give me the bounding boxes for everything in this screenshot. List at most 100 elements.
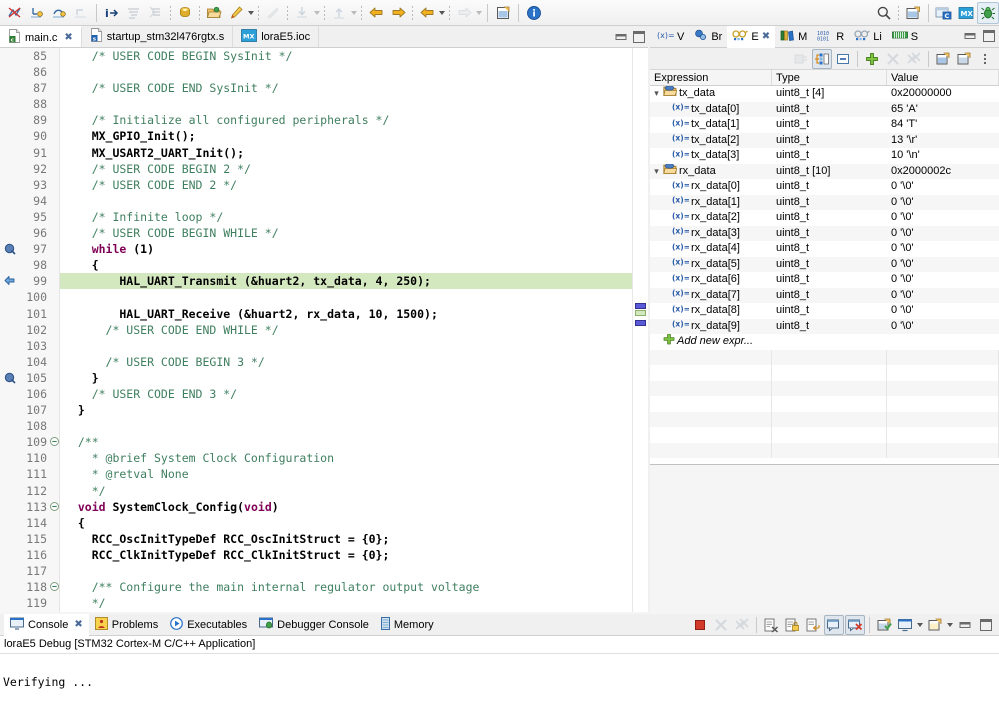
display-selected-console-icon[interactable] <box>895 615 915 635</box>
back-navigate-icon[interactable] <box>365 2 387 24</box>
table-row[interactable]: (x)= tx_data[2] uint8_t 13 '\r' <box>650 132 999 148</box>
code-line[interactable] <box>60 64 632 80</box>
expression-cell[interactable]: (x)= rx_data[4] <box>650 241 772 257</box>
maximize-icon[interactable] <box>632 30 646 44</box>
perspective-debug-icon[interactable] <box>977 1 999 24</box>
open-console-icon[interactable] <box>925 615 945 635</box>
value-cell[interactable]: 0 '\0' <box>887 319 999 335</box>
next-edit-dropdown-arrow[interactable] <box>475 2 483 24</box>
chevron-down-icon[interactable]: ▾ <box>652 164 661 180</box>
code-line-current[interactable]: HAL_UART_Transmit (&huart2, tx_data, 4, … <box>60 273 632 290</box>
column-header-expression[interactable]: Expression <box>650 70 772 85</box>
upload-dropdown-arrow[interactable] <box>350 2 358 24</box>
word-wrap-icon[interactable] <box>803 615 823 635</box>
table-row[interactable]: (x)= rx_data[6] uint8_t 0 '\0' <box>650 272 999 288</box>
table-row[interactable]: (x)= rx_data[9] uint8_t 0 '\0' <box>650 318 999 335</box>
code-line[interactable]: /* USER CODE END WHILE */ <box>60 322 632 338</box>
table-row[interactable]: (x)= rx_data[7] uint8_t 0 '\0' <box>650 287 999 304</box>
code-line[interactable]: RCC_OscInitTypeDef RCC_OscInitStruct = {… <box>60 531 632 547</box>
editor-marker-gutter[interactable] <box>0 48 20 612</box>
code-line[interactable]: /** Configure the main internal regulato… <box>60 579 632 595</box>
code-line[interactable]: void SystemClock_Config(void) <box>60 499 632 515</box>
maximize-icon[interactable] <box>982 29 996 46</box>
perspective-cpp-icon[interactable]: C <box>933 2 955 24</box>
minimize-icon[interactable] <box>614 30 628 44</box>
show-type-names-icon[interactable] <box>791 49 811 69</box>
perspective-mx-icon[interactable]: MX <box>955 2 977 24</box>
scroll-lock-icon[interactable] <box>782 615 802 635</box>
table-row[interactable]: (x)= rx_data[8] uint8_t 0 '\0' <box>650 303 999 319</box>
breakpoint-marker[interactable] <box>3 242 17 256</box>
value-cell[interactable] <box>887 334 999 350</box>
value-cell[interactable]: 84 'T' <box>887 117 999 133</box>
info-step-icon[interactable]: i <box>101 2 123 24</box>
table-row[interactable]: (x)= tx_data[3] uint8_t 10 '\n' <box>650 148 999 164</box>
step-over-icon[interactable] <box>48 2 70 24</box>
code-line[interactable]: /* USER CODE END 2 */ <box>60 177 632 193</box>
code-line[interactable] <box>60 338 632 354</box>
download-dropdown-arrow[interactable] <box>313 2 321 24</box>
tab-breakpoints[interactable]: Br <box>689 26 727 48</box>
code-line[interactable]: /* USER CODE END 3 */ <box>60 386 632 402</box>
tab-variables[interactable]: (x)= V <box>652 26 689 48</box>
expression-cell[interactable]: (x)= rx_data[5] <box>650 257 772 273</box>
value-cell[interactable]: 0 '\0' <box>887 210 999 226</box>
code-line[interactable] <box>60 289 632 305</box>
expression-cell[interactable]: (x)= tx_data[3] <box>650 148 772 164</box>
expression-cell[interactable]: (x)= rx_data[9] <box>650 319 772 335</box>
debug-config-icon[interactable] <box>225 2 247 24</box>
fold-toggle[interactable] <box>50 579 59 595</box>
tab-registers[interactable]: 1010 0101 R <box>812 26 849 48</box>
code-line[interactable]: { <box>60 257 632 273</box>
column-header-type[interactable]: Type <box>772 70 887 85</box>
code-line[interactable]: MX_USART2_UART_Init(); <box>60 145 632 161</box>
value-cell[interactable]: 0 '\0' <box>887 257 999 273</box>
expression-cell[interactable]: Add new expr... <box>650 334 772 350</box>
search-icon[interactable] <box>873 2 895 24</box>
close-icon[interactable]: ✖ <box>64 32 72 43</box>
table-row[interactable]: ▾ rx_data uint8_t [10] 0x2000002c <box>650 163 999 180</box>
table-row[interactable]: ▾ tx_data uint8_t [4] 0x20000000 <box>650 86 999 102</box>
code-line[interactable] <box>60 193 632 209</box>
editor-folding-gutter[interactable] <box>50 48 60 612</box>
editor-source-code[interactable]: /* USER CODE BEGIN SysInit */ /* USER CO… <box>60 48 632 612</box>
expression-cell[interactable]: (x)= rx_data[7] <box>650 288 772 304</box>
skip-all-breakpoints-icon[interactable] <box>4 2 26 24</box>
minimize-icon[interactable] <box>955 615 975 635</box>
tab-executables[interactable]: Executables <box>164 614 253 636</box>
editor-tab-startup-s[interactable]: s startup_stm32l476rgtx.s <box>81 26 234 47</box>
code-line[interactable]: */ <box>60 595 632 611</box>
table-row[interactable]: (x)= rx_data[2] uint8_t 0 '\0' <box>650 210 999 226</box>
table-row[interactable]: (x)= rx_data[3] uint8_t 0 '\0' <box>650 225 999 241</box>
forward-navigate-icon[interactable] <box>387 2 409 24</box>
tab-debugger-console[interactable]: Debugger Console <box>253 614 375 636</box>
value-cell[interactable]: 0 '\0' <box>887 288 999 304</box>
info-icon[interactable] <box>523 2 545 24</box>
expression-cell[interactable]: ▾ rx_data <box>650 163 772 180</box>
value-cell[interactable]: 0x20000000 <box>887 86 999 102</box>
view-options-icon[interactable] <box>975 49 995 69</box>
code-line[interactable]: /* USER CODE END SysInit */ <box>60 80 632 96</box>
new-view-icon[interactable] <box>933 49 953 69</box>
code-line[interactable]: } <box>60 370 632 386</box>
code-line[interactable]: /** <box>60 434 632 450</box>
terminate-icon[interactable] <box>690 615 710 635</box>
code-line[interactable]: * @brief System Clock Configuration <box>60 450 632 466</box>
code-line[interactable]: HAL_UART_Receive (&huart2, rx_data, 10, … <box>60 306 632 322</box>
expression-cell[interactable]: ▾ tx_data <box>650 86 772 102</box>
expression-cell[interactable]: (x)= rx_data[1] <box>650 195 772 211</box>
column-header-value[interactable]: Value <box>887 70 999 85</box>
table-row[interactable]: (x)= tx_data[0] uint8_t 65 'A' <box>650 101 999 117</box>
expression-cell[interactable]: (x)= tx_data[1] <box>650 117 772 133</box>
open-folder-icon[interactable] <box>203 2 225 24</box>
chevron-down-icon[interactable]: ▾ <box>652 86 661 102</box>
breakpoint-marker[interactable] <box>3 371 17 385</box>
console-output[interactable]: Verifying ... <box>0 653 999 706</box>
code-line[interactable]: if (HAL_PWREx_ControlVoltageScaling(PWR_… <box>60 611 632 612</box>
code-line[interactable]: /* Initialize all configured peripherals… <box>60 112 632 128</box>
code-line[interactable]: * @retval None <box>60 466 632 482</box>
tab-sfrs[interactable]: S <box>887 26 923 48</box>
fold-toggle[interactable] <box>50 499 59 515</box>
open-perspective-icon[interactable] <box>902 2 924 24</box>
close-icon[interactable]: ✖ <box>762 31 770 42</box>
